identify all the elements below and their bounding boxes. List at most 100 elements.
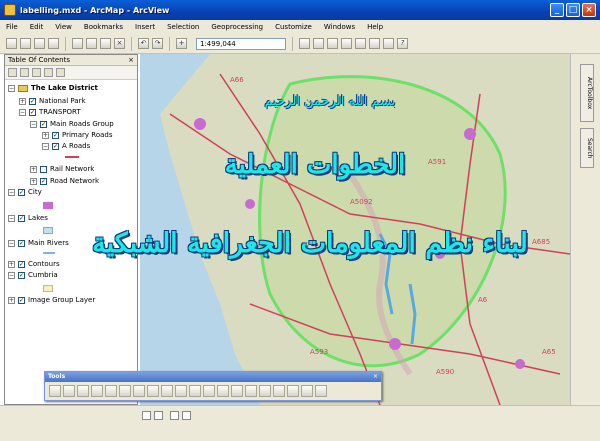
menu-view[interactable]: View bbox=[55, 23, 72, 31]
arctoolbox-tab[interactable]: ArcToolbox bbox=[580, 64, 594, 122]
layer-visibility-checkbox[interactable]: ✓ bbox=[40, 177, 47, 185]
list-by-source-icon[interactable] bbox=[20, 68, 29, 77]
menu-bookmarks[interactable]: Bookmarks bbox=[84, 23, 123, 31]
menu-geoprocessing[interactable]: Geoprocessing bbox=[211, 23, 263, 31]
layer-visibility-checkbox[interactable]: ✓ bbox=[40, 120, 47, 128]
expand-icon[interactable]: + bbox=[8, 260, 15, 268]
pan-icon[interactable] bbox=[77, 385, 89, 397]
paste-icon[interactable] bbox=[100, 38, 111, 49]
list-by-selection-icon[interactable] bbox=[44, 68, 53, 77]
layer-row-main-rivers[interactable]: − ✓ Main Rivers bbox=[8, 239, 69, 247]
menu-edit[interactable]: Edit bbox=[30, 23, 44, 31]
data-view-icon[interactable] bbox=[142, 411, 151, 420]
expand-icon[interactable]: + bbox=[42, 131, 49, 139]
save-icon[interactable] bbox=[34, 38, 45, 49]
select-features-icon[interactable] bbox=[161, 385, 173, 397]
time-slider-icon[interactable] bbox=[301, 385, 313, 397]
menu-help[interactable]: Help bbox=[367, 23, 383, 31]
minimize-button[interactable]: _ bbox=[550, 3, 564, 17]
collapse-icon[interactable]: − bbox=[8, 84, 15, 92]
collapse-icon[interactable]: − bbox=[8, 239, 15, 247]
layer-visibility-checkbox[interactable]: ✓ bbox=[52, 142, 59, 150]
toc-close-icon[interactable]: × bbox=[128, 55, 134, 65]
go-to-xy-icon[interactable] bbox=[287, 385, 299, 397]
collapse-icon[interactable]: − bbox=[42, 142, 49, 150]
map-scale-input[interactable]: 1:499,044 bbox=[196, 37, 286, 50]
cut-icon[interactable] bbox=[72, 38, 83, 49]
layer-visibility-checkbox[interactable]: ✓ bbox=[29, 108, 36, 116]
find-icon[interactable] bbox=[259, 385, 271, 397]
editor-toolbar-icon[interactable] bbox=[299, 38, 310, 49]
tools-toolbar-header[interactable]: Tools × bbox=[45, 372, 381, 382]
fixed-zoom-in-icon[interactable] bbox=[105, 385, 117, 397]
layer-row-cumbria[interactable]: − ✓ Cumbria bbox=[8, 271, 58, 279]
expand-icon[interactable]: + bbox=[30, 177, 37, 185]
layer-visibility-checkbox[interactable]: ✓ bbox=[18, 296, 25, 304]
collapse-icon[interactable]: − bbox=[8, 271, 15, 279]
layer-row-city[interactable]: − ✓ City bbox=[8, 188, 42, 196]
tools-toolbar-close-icon[interactable]: × bbox=[373, 372, 378, 382]
expand-icon[interactable]: + bbox=[30, 165, 37, 173]
undo-icon[interactable]: ↶ bbox=[138, 38, 149, 49]
zoom-out-icon[interactable] bbox=[63, 385, 75, 397]
toc-options-icon[interactable] bbox=[56, 68, 65, 77]
layer-row-lake-district[interactable]: − The Lake District bbox=[8, 84, 98, 92]
layer-row-national-park[interactable]: + ✓ National Park bbox=[19, 97, 86, 105]
copy-icon[interactable] bbox=[86, 38, 97, 49]
identify-icon[interactable] bbox=[203, 385, 215, 397]
clear-selection-icon[interactable] bbox=[175, 385, 187, 397]
refresh-icon[interactable] bbox=[170, 411, 179, 420]
zoom-in-icon[interactable] bbox=[49, 385, 61, 397]
html-popup-icon[interactable] bbox=[231, 385, 243, 397]
print-icon[interactable] bbox=[48, 38, 59, 49]
layer-visibility-checkbox[interactable]: ✓ bbox=[29, 97, 36, 105]
layer-row-contours[interactable]: + ✓ Contours bbox=[8, 260, 60, 268]
open-folder-icon[interactable] bbox=[20, 38, 31, 49]
redo-icon[interactable]: ↷ bbox=[152, 38, 163, 49]
list-by-visibility-icon[interactable] bbox=[32, 68, 41, 77]
fixed-zoom-out-icon[interactable] bbox=[119, 385, 131, 397]
full-extent-icon[interactable] bbox=[91, 385, 103, 397]
layer-row-a-roads[interactable]: − ✓ A Roads bbox=[42, 142, 90, 150]
expand-icon[interactable]: + bbox=[19, 97, 26, 105]
layer-visibility-checkbox[interactable]: ✓ bbox=[18, 188, 25, 196]
measure-icon[interactable] bbox=[245, 385, 257, 397]
collapse-icon[interactable]: − bbox=[30, 120, 37, 128]
list-by-drawing-order-icon[interactable] bbox=[8, 68, 17, 77]
menu-selection[interactable]: Selection bbox=[167, 23, 199, 31]
layer-row-primary-roads[interactable]: + ✓ Primary Roads bbox=[42, 131, 113, 139]
find-route-icon[interactable] bbox=[273, 385, 285, 397]
layer-row-lakes[interactable]: − ✓ Lakes bbox=[8, 214, 48, 222]
layout-view-icon[interactable] bbox=[154, 411, 163, 420]
forward-extent-icon[interactable] bbox=[147, 385, 159, 397]
delete-icon[interactable]: × bbox=[114, 38, 125, 49]
maximize-button[interactable]: □ bbox=[566, 3, 580, 17]
select-elements-icon[interactable] bbox=[189, 385, 201, 397]
menu-insert[interactable]: Insert bbox=[135, 23, 155, 31]
catalog-icon[interactable] bbox=[327, 38, 338, 49]
new-document-icon[interactable] bbox=[6, 38, 17, 49]
back-extent-icon[interactable] bbox=[133, 385, 145, 397]
layer-visibility-checkbox[interactable]: ✓ bbox=[18, 214, 25, 222]
layer-row-main-roads-group[interactable]: − ✓ Main Roads Group bbox=[30, 120, 114, 128]
viewer-window-icon[interactable] bbox=[315, 385, 327, 397]
close-button[interactable]: × bbox=[582, 3, 596, 17]
layer-row-transport[interactable]: − ✓ TRANSPORT bbox=[19, 108, 81, 116]
layer-visibility-checkbox[interactable]: ✓ bbox=[52, 131, 59, 139]
python-icon[interactable] bbox=[369, 38, 380, 49]
search-tab[interactable]: Search bbox=[580, 128, 594, 168]
layer-visibility-checkbox[interactable]: ✓ bbox=[18, 271, 25, 279]
menu-file[interactable]: File bbox=[6, 23, 18, 31]
collapse-icon[interactable]: − bbox=[8, 188, 15, 196]
layer-row-road-network[interactable]: + ✓ Road Network bbox=[30, 177, 99, 185]
layer-visibility-checkbox[interactable]: ✓ bbox=[18, 260, 25, 268]
arctoolbox-icon[interactable] bbox=[355, 38, 366, 49]
add-data-icon[interactable]: + bbox=[176, 38, 187, 49]
layer-visibility-checkbox[interactable] bbox=[40, 165, 47, 173]
menu-windows[interactable]: Windows bbox=[324, 23, 355, 31]
layer-row-rail-network[interactable]: + Rail Network bbox=[30, 165, 94, 173]
help-icon[interactable]: ? bbox=[397, 38, 408, 49]
collapse-icon[interactable]: − bbox=[19, 108, 26, 116]
search-window-icon[interactable] bbox=[341, 38, 352, 49]
layer-row-image-group[interactable]: + ✓ Image Group Layer bbox=[8, 296, 95, 304]
